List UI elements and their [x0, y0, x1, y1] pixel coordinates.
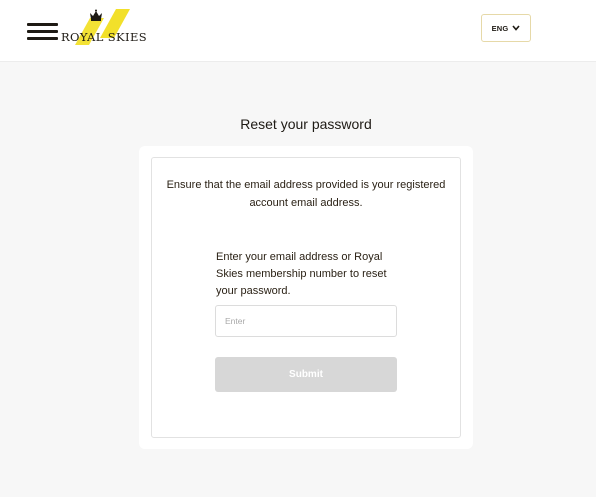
submit-button[interactable]: Submit: [215, 357, 397, 392]
hamburger-line: [27, 23, 58, 26]
page-title: Reset your password: [240, 116, 372, 132]
logo-text: ROYAL SKIES: [61, 30, 148, 44]
language-label: ENG: [491, 23, 509, 33]
email-notice: Ensure that the email address provided i…: [166, 179, 446, 209]
hamburger-menu-icon[interactable]: [27, 22, 58, 41]
crown-icon: [90, 9, 102, 21]
site-header: ROYAL SKIES ENG: [0, 0, 596, 62]
royal-skies-logo[interactable]: ROYAL SKIES: [60, 8, 150, 46]
language-selector[interactable]: ENG: [481, 14, 531, 42]
hamburger-line: [27, 37, 58, 40]
email-or-membership-input[interactable]: [215, 305, 397, 337]
reset-instruction: Enter your email address or Royal Skies …: [216, 251, 387, 297]
chevron-down-icon: [512, 25, 521, 31]
hamburger-line: [27, 30, 58, 33]
